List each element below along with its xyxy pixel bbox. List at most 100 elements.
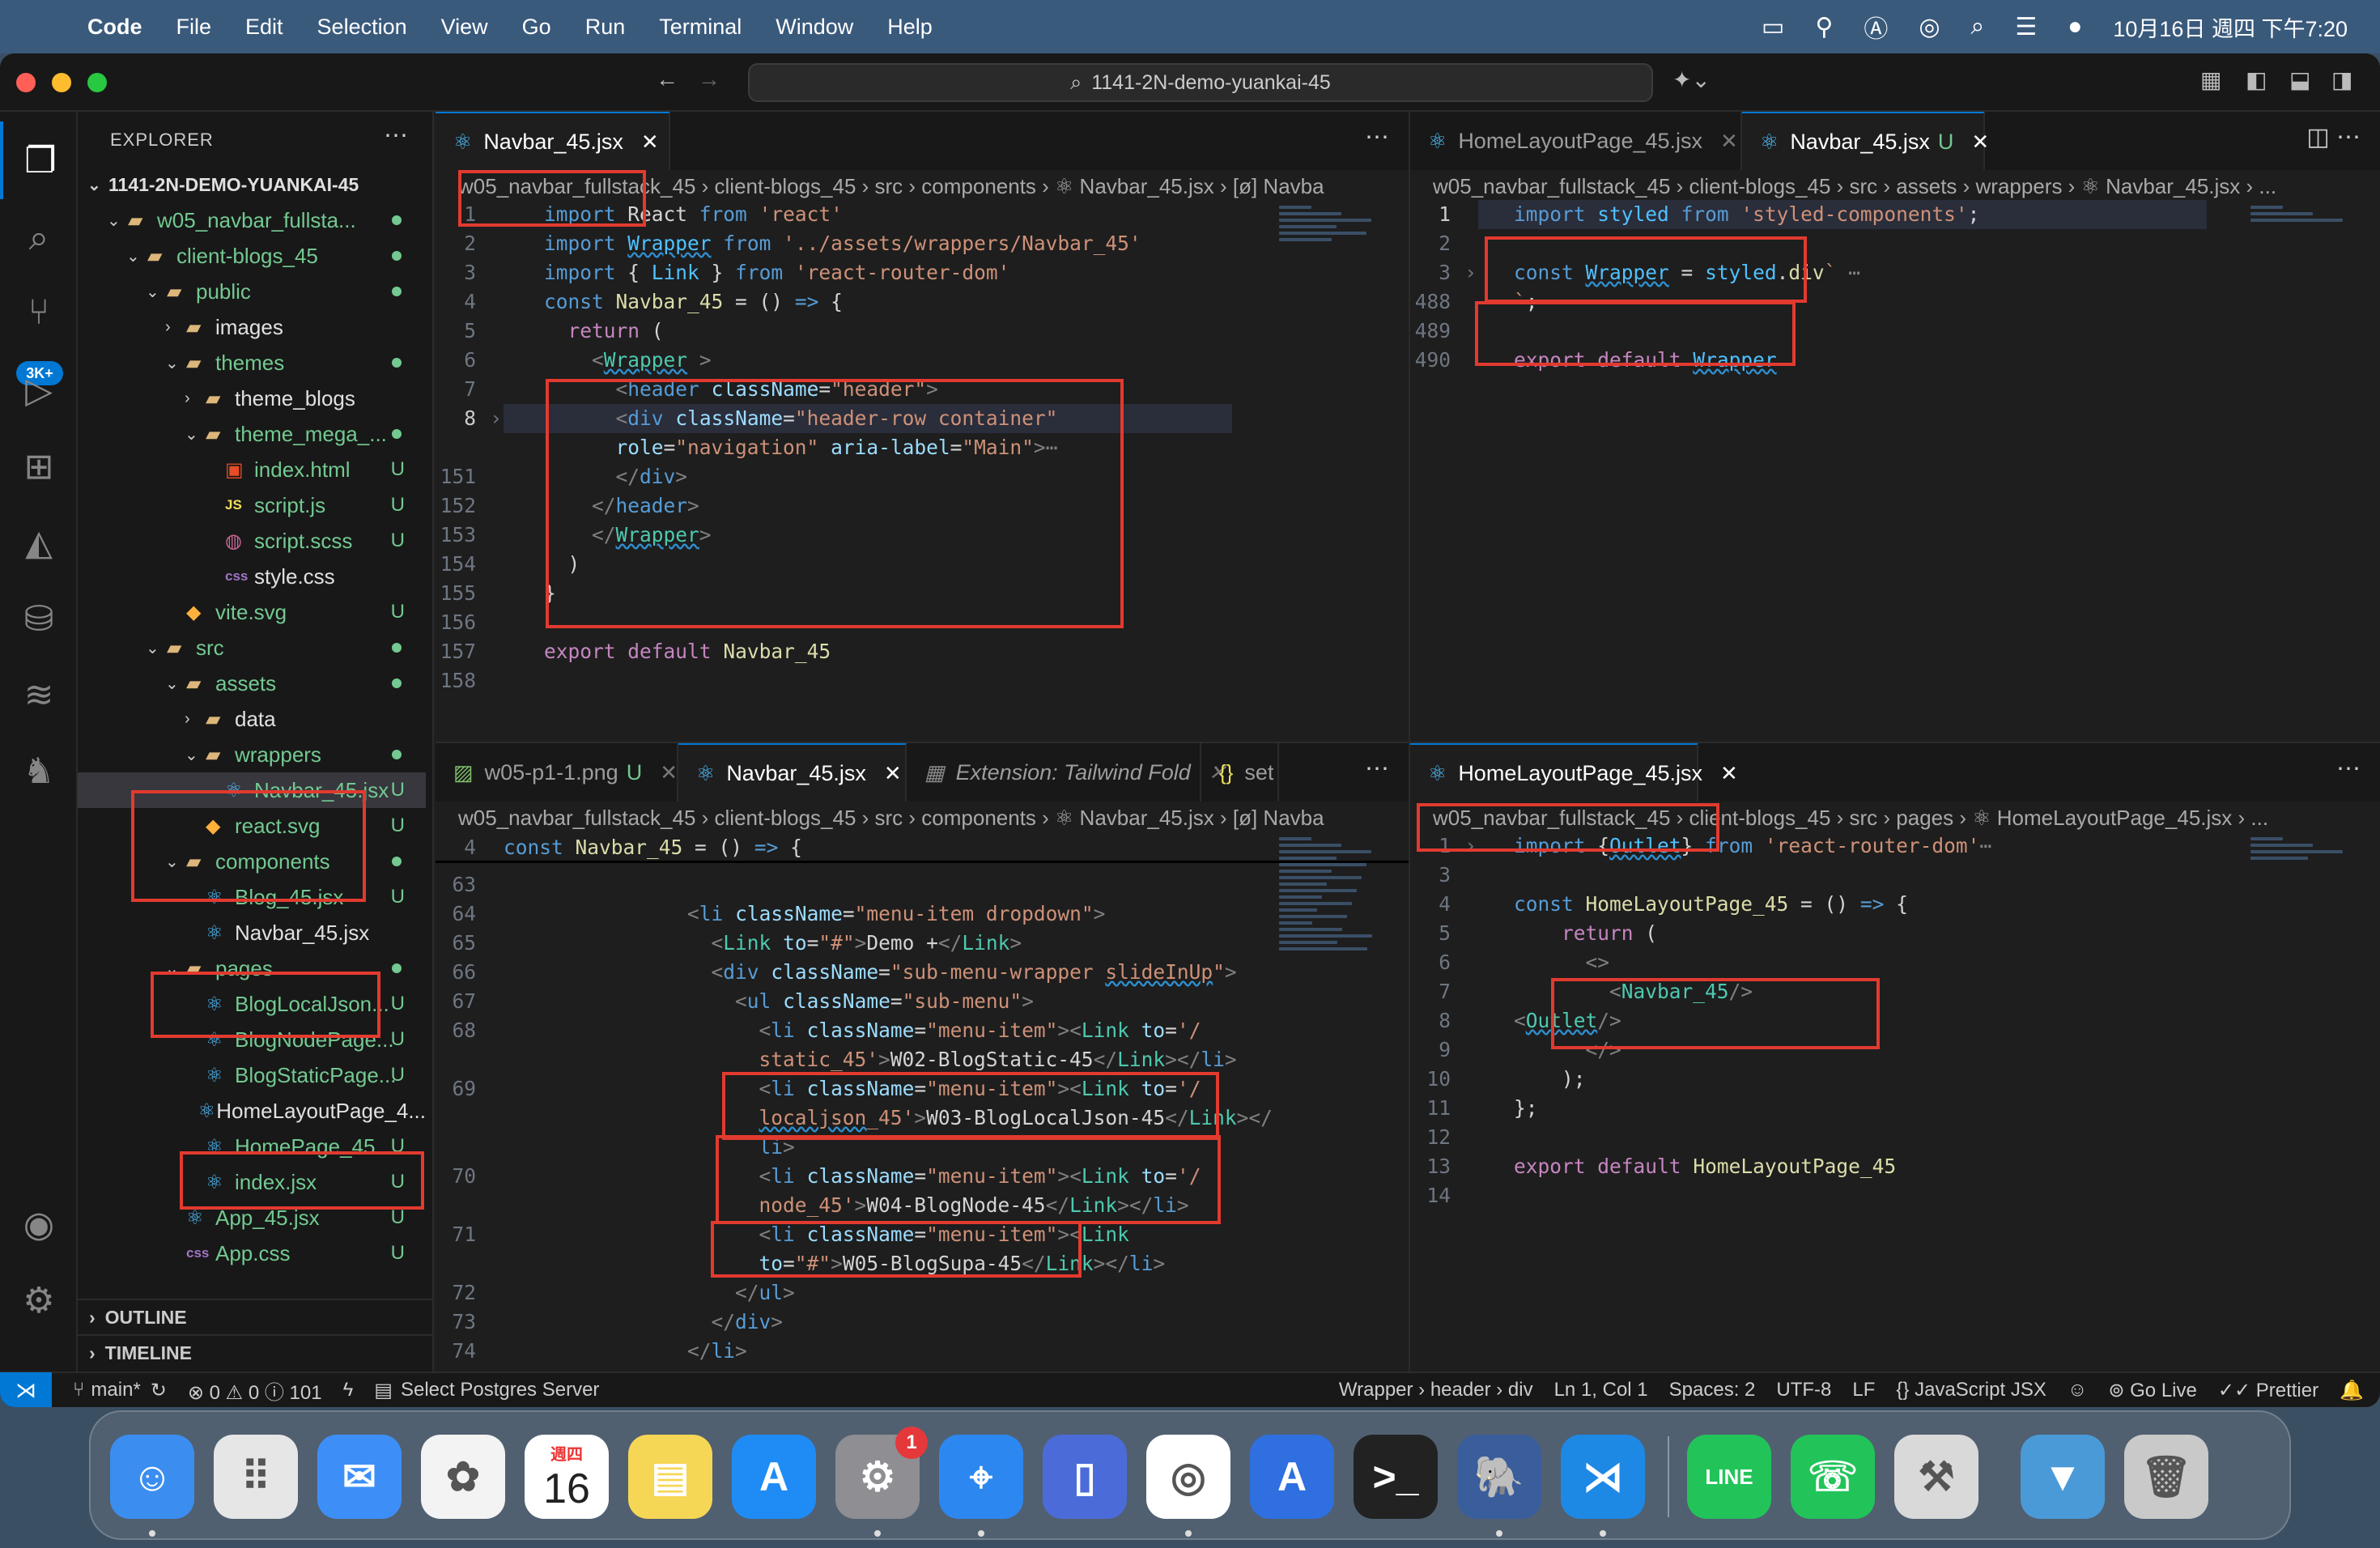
postgres-icon[interactable]: ♞: [0, 732, 78, 810]
close-window-button[interactable]: [16, 73, 36, 92]
menu-help[interactable]: Help: [887, 15, 933, 40]
toggle-secondary-sidebar-icon[interactable]: ◨: [2331, 66, 2352, 93]
minimap[interactable]: [2250, 202, 2356, 225]
more-actions-icon[interactable]: ⋯: [2336, 755, 2361, 783]
extensions-icon[interactable]: ⊞: [0, 427, 78, 505]
encoding[interactable]: UTF-8: [1776, 1379, 1831, 1401]
dock-app-automator[interactable]: ⚒: [1894, 1435, 1978, 1519]
more-actions-icon[interactable]: ⋯: [1365, 123, 1389, 151]
dock-app-system-settings[interactable]: ⚙ 1: [835, 1427, 928, 1519]
close-icon[interactable]: ✕: [1720, 761, 1738, 786]
tree-item-react[interactable]: ⚛ HomeLayoutPage_4...: [78, 1093, 426, 1129]
notifications-bell-icon[interactable]: 🔔: [2340, 1379, 2364, 1402]
forward-arrow-icon[interactable]: →: [698, 66, 720, 92]
code-area[interactable]: 1 › import {Outlet} from 'react-router-dom…: [1410, 834, 2380, 1372]
close-icon[interactable]: ✕: [1720, 129, 1738, 154]
tree-item-html[interactable]: ▣ index.html U: [78, 452, 426, 487]
editor-tab[interactable]: {} set: [1201, 743, 1279, 802]
airdrop-icon[interactable]: ⚲: [1815, 13, 1833, 41]
dock-app-terminal[interactable]: >_: [1354, 1435, 1438, 1519]
menu-run[interactable]: Run: [585, 15, 626, 40]
minimap[interactable]: [2250, 834, 2356, 863]
editor-tab[interactable]: ⚛ Navbar_45.jsx ✕: [678, 743, 907, 802]
close-icon[interactable]: ✕: [884, 761, 902, 786]
dock-app-notes[interactable]: ▤: [628, 1435, 712, 1519]
editor-tab[interactable]: ⚛ Navbar_45.jsx ✕: [436, 112, 670, 170]
wifi-icon[interactable]: ◎: [1919, 13, 1940, 41]
settings-gear-icon[interactable]: ⚙: [0, 1261, 78, 1339]
menu-view[interactable]: View: [441, 15, 488, 40]
command-center-search[interactable]: ⌕ 1141-2N-demo-yuankai-45: [748, 63, 1653, 102]
input-method-icon[interactable]: Ⓐ: [1864, 9, 1888, 45]
dock-app-mail[interactable]: ✉: [317, 1435, 402, 1519]
sync-icon[interactable]: ↻: [151, 1379, 167, 1402]
source-control-icon[interactable]: ⑂: [0, 274, 78, 351]
dock-app-app-store[interactable]: A: [732, 1435, 816, 1519]
editor-tab[interactable]: ⚛ HomeLayoutPage_45.jsx ✕: [1410, 743, 1738, 802]
menu-file[interactable]: File: [176, 15, 212, 40]
database-icon[interactable]: ⛁: [0, 580, 78, 657]
dock-app-pgadmin[interactable]: 🐘: [1457, 1435, 1541, 1519]
dock-app-chrome[interactable]: ◎: [1146, 1435, 1230, 1519]
tree-item-js[interactable]: JS script.js U: [78, 487, 426, 523]
back-arrow-icon[interactable]: ←: [656, 66, 678, 92]
tree-item-folder[interactable]: ⌄ ▰ assets: [78, 666, 426, 701]
menu-go[interactable]: Go: [522, 15, 551, 40]
more-actions-icon[interactable]: ⋯: [1365, 755, 1389, 783]
fold-chevron-icon[interactable]: ›: [486, 406, 502, 430]
tree-item-folder[interactable]: ⌄ ▰ public: [78, 274, 426, 309]
breadcrumb-status[interactable]: Wrapper › header › div: [1339, 1379, 1533, 1401]
tree-item-css[interactable]: css style.css: [78, 559, 426, 594]
dock-app-line[interactable]: LINE: [1687, 1435, 1771, 1519]
run-debug-icon[interactable]: ▷: [0, 351, 78, 429]
tree-item-folder[interactable]: ⌄ ▰ theme_mega_...: [78, 416, 426, 452]
tree-item-folder[interactable]: › ▰ images: [78, 309, 426, 345]
editor-breadcrumb[interactable]: w05_navbar_fullstack_45 › client-blogs_4…: [1410, 170, 2380, 202]
editor-tab[interactable]: ▦ Extension: Tailwind Fold ✕: [907, 743, 1226, 802]
control-center-icon[interactable]: ☰: [2015, 13, 2037, 41]
line-ending[interactable]: LF: [1852, 1379, 1875, 1401]
dock-app-launchpad[interactable]: ⠿: [214, 1435, 298, 1519]
postgres-server-select[interactable]: Select Postgres Server: [401, 1379, 599, 1401]
menu-app-name[interactable]: Code: [87, 15, 142, 40]
fold-chevron-icon[interactable]: ›: [1460, 261, 1477, 284]
lightning-icon[interactable]: ϟ: [343, 1379, 354, 1401]
dock-app-photos[interactable]: ✿: [421, 1435, 505, 1519]
close-icon[interactable]: ✕: [660, 760, 678, 785]
tree-item-folder[interactable]: ⌄ ▰ w05_navbar_fullsta...: [78, 202, 426, 238]
menubar-clock[interactable]: 10月16日 週四 下午7:20: [2113, 11, 2348, 43]
prettier-button[interactable]: ✓✓ Prettier: [2218, 1379, 2318, 1402]
menu-window[interactable]: Window: [776, 15, 853, 40]
spotlight-search-icon[interactable]: ⌕: [1971, 13, 1985, 40]
go-live-button[interactable]: ⊚ Go Live: [2108, 1379, 2197, 1402]
tree-item-svg[interactable]: ◆ vite.svg U: [78, 594, 426, 630]
tree-item-folder[interactable]: ⌄ ▰ client-blogs_45: [78, 238, 426, 274]
copilot-icon[interactable]: ✦⌄: [1672, 66, 1711, 93]
dock-app-simulator[interactable]: ▯: [1043, 1435, 1127, 1519]
tree-item-scss[interactable]: ◍ script.scss U: [78, 523, 426, 559]
git-branch[interactable]: main*: [91, 1379, 140, 1401]
layers-icon[interactable]: ≋: [0, 656, 78, 734]
tree-item-folder[interactable]: ⌄ ▰ themes: [78, 345, 426, 381]
tree-item-folder[interactable]: › ▰ data: [78, 701, 426, 737]
timeline-section[interactable]: › TIMELINE: [78, 1334, 434, 1370]
customize-layout-icon[interactable]: ▦: [2200, 66, 2221, 93]
menu-edit[interactable]: Edit: [245, 15, 283, 40]
dock-app-safari[interactable]: ⌖: [939, 1435, 1023, 1519]
dock-app-vs-code[interactable]: ⋊: [1561, 1435, 1645, 1519]
tree-item-css[interactable]: css App.css U: [78, 1235, 426, 1271]
dock-app-calendar[interactable]: 週四 16: [525, 1435, 609, 1519]
editor-tab[interactable]: ▨ w05-p1-1.png U ✕: [436, 743, 678, 802]
dock-app-finder[interactable]: ☺: [110, 1435, 194, 1519]
zoom-window-button[interactable]: [87, 73, 107, 92]
copilot-status-icon[interactable]: ☺: [2068, 1379, 2088, 1401]
toggle-panel-icon[interactable]: ⬓: [2289, 66, 2310, 93]
toggle-sidebar-icon[interactable]: ◧: [2246, 66, 2267, 93]
accounts-icon[interactable]: ◉: [0, 1185, 78, 1263]
indentation[interactable]: Spaces: 2: [1669, 1379, 1756, 1401]
editor-breadcrumb[interactable]: w05_navbar_fullstack_45 › client-blogs_4…: [436, 802, 1409, 834]
cursor-position[interactable]: Ln 1, Col 1: [1554, 1379, 1648, 1401]
tree-item-folder[interactable]: ⌄ ▰ wrappers: [78, 737, 426, 772]
close-icon[interactable]: ✕: [641, 130, 659, 155]
tree-item-react[interactable]: ⚛ Navbar_45.jsx: [78, 915, 426, 950]
